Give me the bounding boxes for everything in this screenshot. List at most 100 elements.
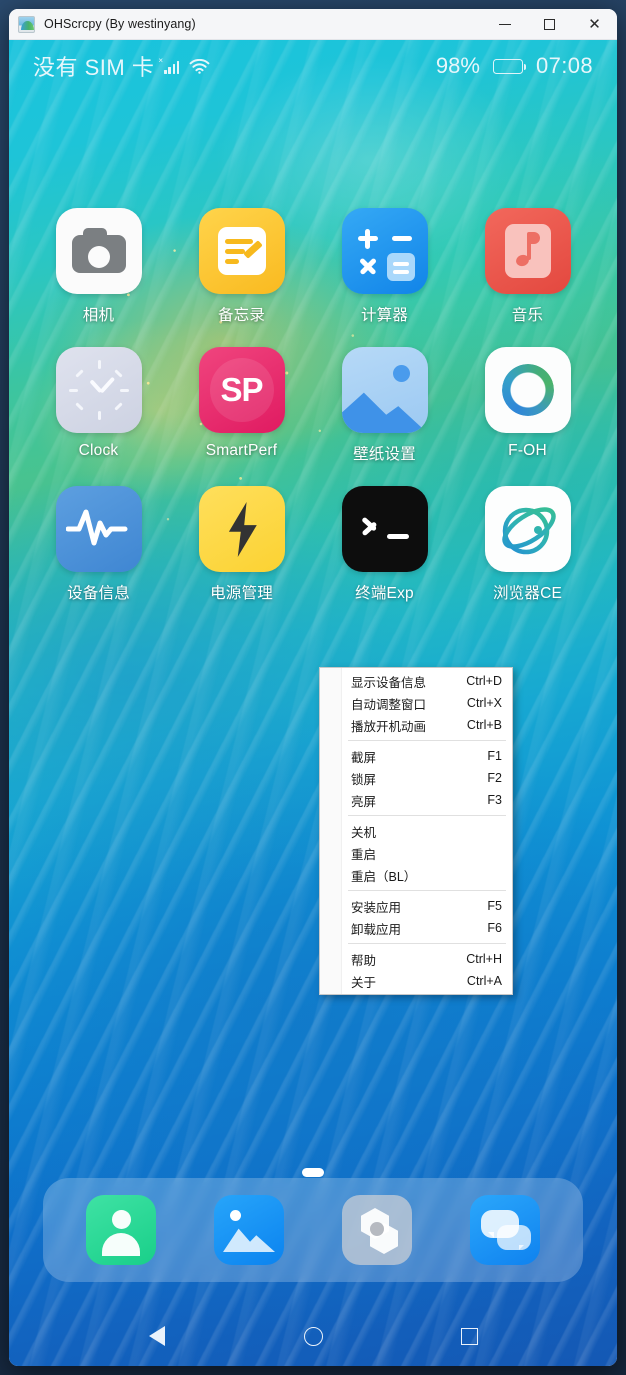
menu-item-shortcut: Ctrl+D — [466, 674, 502, 688]
app-label: 计算器 — [360, 307, 409, 324]
app-f-oh[interactable]: F-OH — [456, 347, 599, 464]
app-wallpaper-settings[interactable]: 壁纸设置 — [313, 347, 456, 464]
sim-status-label: 没有 SIM 卡 — [33, 55, 155, 80]
messages-icon[interactable] — [470, 1195, 540, 1265]
menu-item-shortcut: F5 — [487, 899, 502, 913]
minimize-button[interactable] — [482, 9, 527, 40]
app-device-info[interactable]: 设备信息 — [27, 486, 170, 603]
app-notes[interactable]: 备忘录 — [170, 208, 313, 325]
navigation-bar — [9, 1306, 617, 1366]
app-label: F-OH — [508, 442, 547, 459]
app-clock[interactable]: Clock — [27, 347, 170, 464]
no-sim-mark: × — [158, 55, 164, 65]
close-icon: ✕ — [588, 16, 601, 33]
app-grid: 相机 备忘录 计算器 音乐 Clock SP SmartPerf 壁纸设置 F-… — [9, 208, 617, 603]
device-info-icon — [55, 486, 142, 572]
menu-item-label: 重启 — [351, 847, 377, 862]
app-label: 电源管理 — [210, 585, 273, 602]
app-label: SmartPerf — [205, 442, 278, 459]
battery-percent-label: 98% — [435, 53, 480, 78]
f-oh-icon — [484, 347, 571, 433]
context-menu[interactable]: 显示设备信息 Ctrl+D 自动调整窗口 Ctrl+X 播放开机动画 Ctrl+B 截屏 F1… — [319, 667, 513, 995]
app-label: 壁纸设置 — [353, 446, 416, 463]
app-logo-icon — [18, 15, 35, 33]
app-smartperf[interactable]: SP SmartPerf — [170, 347, 313, 464]
menu-item-label: 安装应用 — [351, 900, 402, 915]
menu-separator — [348, 943, 506, 944]
menu-item[interactable]: 关于 Ctrl+A — [320, 970, 512, 992]
menu-item-shortcut: Ctrl+B — [466, 718, 502, 732]
menu-item-label: 截屏 — [351, 750, 377, 765]
recents-square-icon — [460, 1327, 478, 1345]
back-button[interactable] — [140, 1319, 174, 1353]
menu-item[interactable]: 重启 — [320, 842, 512, 864]
recents-button[interactable] — [452, 1319, 486, 1353]
app-label: 相机 — [82, 307, 115, 324]
app-browser[interactable]: 浏览器CE — [456, 486, 599, 603]
music-icon — [484, 208, 571, 294]
gallery-icon[interactable] — [214, 1195, 284, 1265]
minimize-icon — [498, 24, 511, 25]
menu-item-shortcut: F3 — [487, 793, 502, 807]
maximize-button[interactable] — [527, 9, 572, 40]
window-title: OHScrcpy (By westinyang) — [44, 17, 196, 31]
menu-item-label: 亮屏 — [351, 794, 377, 809]
settings-icon[interactable] — [342, 1195, 412, 1265]
menu-item[interactable]: 安装应用 F5 — [320, 895, 512, 917]
menu-item[interactable]: 锁屏 F2 — [320, 767, 512, 789]
page-dot-1[interactable] — [302, 1168, 324, 1177]
menu-item[interactable]: 截屏 F1 — [320, 745, 512, 767]
menu-item[interactable]: 播放开机动画 Ctrl+B — [320, 714, 512, 736]
menu-item[interactable]: 卸载应用 F6 — [320, 917, 512, 939]
app-calculator[interactable]: 计算器 — [313, 208, 456, 325]
menu-item-label: 帮助 — [351, 953, 377, 968]
menu-item[interactable]: 显示设备信息 Ctrl+D — [320, 670, 512, 692]
menu-item-label: 卸载应用 — [351, 922, 402, 937]
menu-item-label: 锁屏 — [351, 772, 377, 787]
home-circle-icon — [303, 1326, 323, 1346]
app-label: 备忘录 — [217, 307, 266, 324]
browser-icon — [484, 486, 571, 572]
menu-separator — [348, 815, 506, 816]
notes-icon — [198, 208, 285, 294]
device-status-bar: 没有 SIM 卡 × 98% 07:08 — [9, 40, 617, 92]
terminal-icon — [341, 486, 428, 572]
menu-item[interactable]: 自动调整窗口 Ctrl+X — [320, 692, 512, 714]
clock-icon — [55, 347, 142, 433]
dock — [43, 1178, 583, 1282]
app-label: 设备信息 — [67, 585, 130, 602]
menu-item-shortcut: F1 — [487, 749, 502, 763]
status-bar-clock: 07:08 — [535, 53, 593, 78]
menu-separator — [348, 890, 506, 891]
smartperf-icon: SP — [198, 347, 285, 433]
power-manager-icon — [198, 486, 285, 572]
app-window: OHScrcpy (By westinyang) ✕ 没有 SIM 卡 × 98… — [9, 9, 617, 1366]
menu-item-label: 自动调整窗口 — [351, 697, 427, 712]
menu-item[interactable]: 重启（BL） — [320, 864, 512, 886]
window-controls: ✕ — [482, 9, 617, 40]
app-power-manager[interactable]: 电源管理 — [170, 486, 313, 603]
status-bar-right: 98% 07:08 — [436, 53, 593, 79]
app-music[interactable]: 音乐 — [456, 208, 599, 325]
menu-item-shortcut: F2 — [487, 771, 502, 785]
menu-item[interactable]: 关机 — [320, 820, 512, 842]
battery-icon — [492, 58, 527, 74]
close-button[interactable]: ✕ — [572, 9, 617, 40]
contacts-icon[interactable] — [86, 1195, 156, 1265]
app-label: Clock — [78, 442, 119, 459]
menu-item-shortcut: Ctrl+X — [466, 696, 502, 710]
device-mirror-screen[interactable]: 没有 SIM 卡 × 98% 07:08 相机 备忘录 计算器 音乐 Clock… — [9, 40, 617, 1366]
back-triangle-icon — [149, 1326, 165, 1346]
app-camera[interactable]: 相机 — [27, 208, 170, 325]
menu-item-label: 关机 — [351, 825, 377, 840]
menu-item[interactable]: 亮屏 F3 — [320, 789, 512, 811]
smartperf-badge-text: SP — [220, 371, 263, 408]
menu-item-label: 播放开机动画 — [351, 719, 427, 734]
menu-item[interactable]: 帮助 Ctrl+H — [320, 948, 512, 970]
title-bar[interactable]: OHScrcpy (By westinyang) ✕ — [9, 9, 617, 40]
app-terminal[interactable]: 终端Exp — [313, 486, 456, 603]
home-button[interactable] — [296, 1319, 330, 1353]
menu-item-shortcut: Ctrl+A — [466, 974, 502, 988]
menu-item-shortcut: F6 — [487, 921, 502, 935]
app-label: 浏览器CE — [492, 585, 563, 602]
